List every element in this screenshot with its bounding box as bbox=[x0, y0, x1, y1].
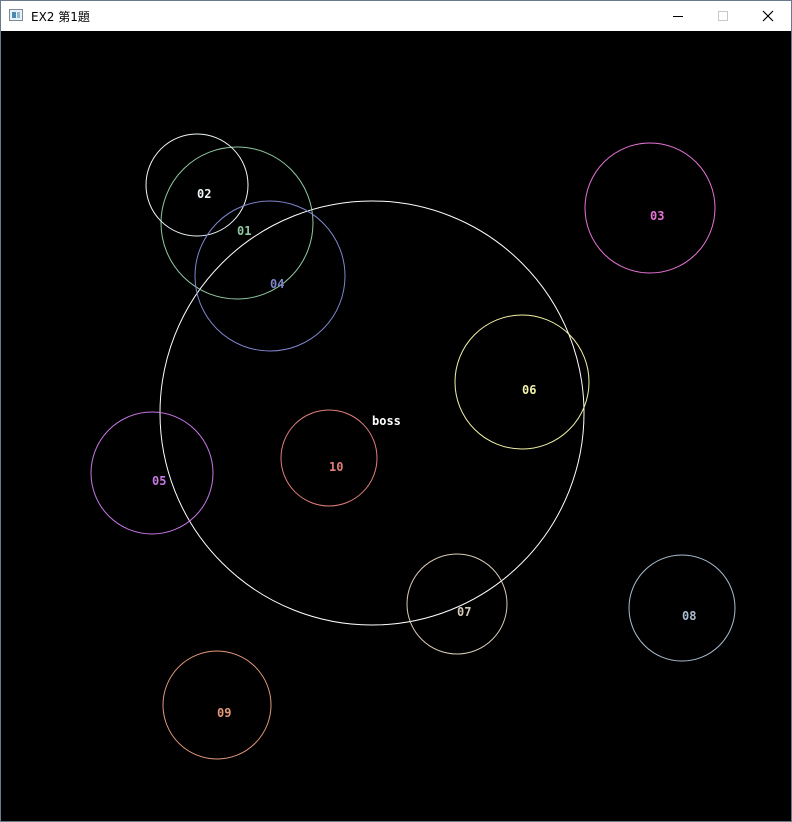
boss-circle bbox=[159, 200, 585, 626]
circle-03 bbox=[584, 142, 716, 274]
circle-04 bbox=[194, 200, 346, 352]
window-title: EX2 第1題 bbox=[31, 10, 90, 24]
circle-07-label: 07 bbox=[457, 605, 471, 619]
circle-01 bbox=[160, 146, 314, 300]
circle-10 bbox=[280, 409, 378, 507]
drawing-canvas[interactable]: boss 01 02 03 04 05 06 07 08 09 10 bbox=[1, 31, 791, 821]
circle-01-label: 01 bbox=[237, 224, 251, 238]
boss-label: boss bbox=[372, 414, 401, 428]
circle-08-label: 08 bbox=[682, 609, 696, 623]
circle-02-label: 02 bbox=[197, 187, 211, 201]
app-window-icon[interactable] bbox=[9, 9, 23, 21]
app-window: EX2 第1題 boss 01 02 03 04 05 06 07 08 09 … bbox=[0, 0, 792, 822]
minimize-icon bbox=[673, 16, 683, 17]
circle-06-label: 06 bbox=[522, 383, 536, 397]
circle-08 bbox=[628, 554, 736, 662]
title-bar[interactable]: EX2 第1題 bbox=[1, 1, 791, 31]
circle-04-label: 04 bbox=[270, 277, 284, 291]
circle-10-label: 10 bbox=[329, 460, 343, 474]
maximize-button[interactable] bbox=[700, 1, 746, 31]
circle-09 bbox=[162, 650, 272, 760]
circle-05 bbox=[90, 411, 214, 535]
circles-layer: boss 01 02 03 04 05 06 07 08 09 10 bbox=[90, 133, 736, 760]
circle-07 bbox=[406, 553, 508, 655]
circle-03-label: 03 bbox=[650, 209, 664, 223]
maximize-icon bbox=[718, 11, 728, 21]
close-icon bbox=[762, 10, 774, 22]
circle-09-label: 09 bbox=[217, 706, 231, 720]
close-button[interactable] bbox=[745, 1, 791, 31]
circle-05-label: 05 bbox=[152, 474, 166, 488]
minimize-button[interactable] bbox=[655, 1, 701, 31]
